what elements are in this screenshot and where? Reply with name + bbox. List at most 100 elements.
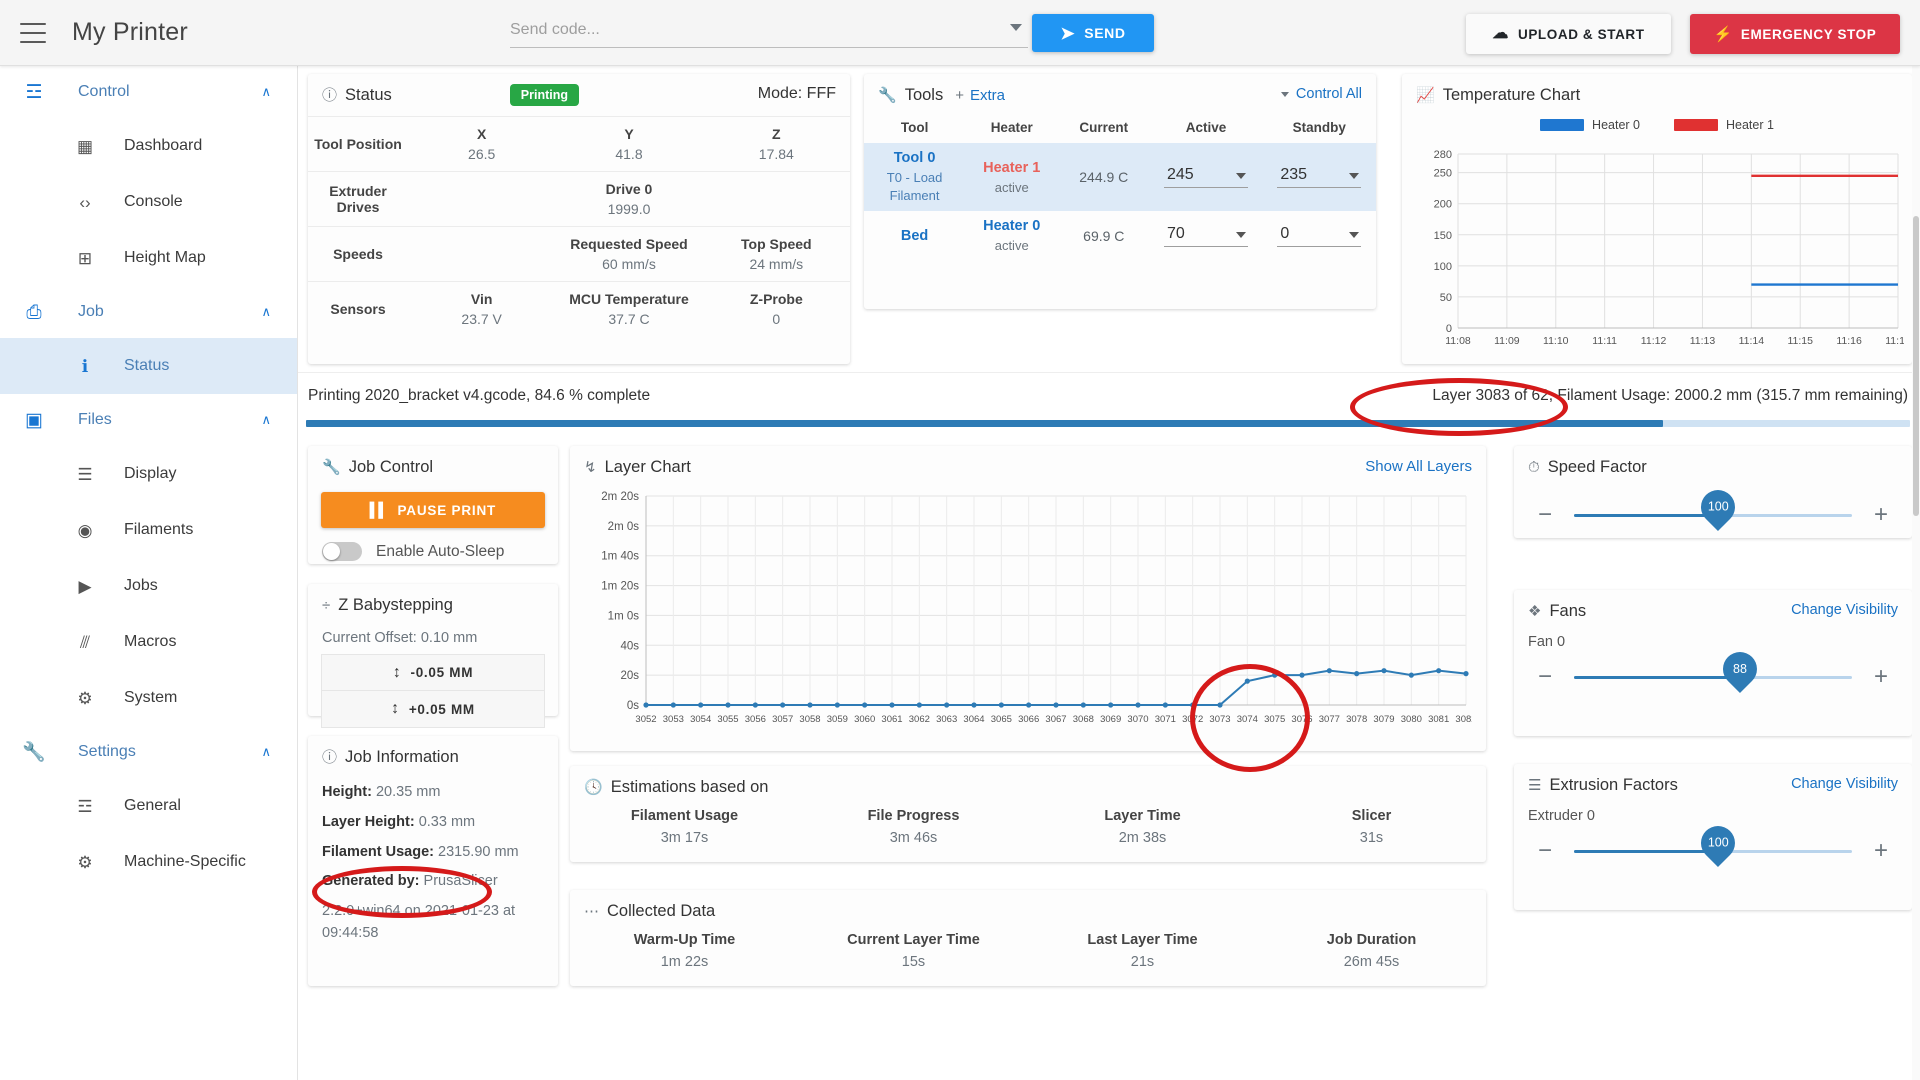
sidebar-item-console[interactable]: ‹› Console — [0, 174, 297, 230]
tools-table-row[interactable]: Bed Heater 0 active 69.9 C 70 0 — [864, 211, 1376, 260]
status-cell-key: X — [476, 126, 487, 142]
tools-table-row[interactable]: Tool 0 T0 - Load Filament Heater 1 active 24… — [864, 143, 1376, 212]
page-scrollbar[interactable] — [1912, 66, 1920, 1080]
speed-factor-card: ⏱ Speed Factor − 100 + — [1514, 446, 1912, 538]
svg-text:3068: 3068 — [1073, 714, 1094, 725]
upload-and-start-button[interactable]: ☁ UPLOAD & START — [1466, 14, 1671, 54]
legend-entry[interactable]: Heater 0 — [1540, 118, 1640, 132]
chevron-down-icon — [1280, 91, 1289, 97]
svg-text:11:17: 11:17 — [1885, 335, 1904, 347]
svg-text:3064: 3064 — [963, 714, 984, 725]
speed-factor-slider[interactable]: 100 — [1574, 482, 1852, 531]
chevron-up-icon[interactable]: ∧ — [261, 744, 271, 760]
show-all-layers-link[interactable]: Show All Layers — [1365, 458, 1472, 475]
chevron-up-icon[interactable]: ∧ — [261, 304, 271, 320]
extrusion-increase-button[interactable]: + — [1866, 839, 1896, 863]
estimations-header: 🕓 Estimations based on — [570, 766, 1486, 808]
heater-cell[interactable]: Heater 1 active — [965, 143, 1058, 211]
legend-entry[interactable]: Heater 1 — [1674, 118, 1774, 132]
babystep-up-button[interactable]: ↕ +0.05 MM — [321, 691, 545, 728]
sidebar-item-height-map[interactable]: ⊞ Height Map — [0, 230, 297, 286]
chevron-up-icon[interactable]: ∧ — [261, 412, 271, 428]
sidebar-group-settings[interactable]: 🔧 Settings ∧ — [0, 726, 297, 778]
fans-slider-row: − 88 + — [1514, 644, 1912, 704]
svg-text:11:15: 11:15 — [1787, 335, 1813, 347]
fan-slider[interactable]: 88 — [1574, 644, 1852, 693]
tool-cell[interactable]: Bed — [864, 211, 965, 260]
status-cell: Y 41.8 — [555, 117, 702, 171]
estimations-item: Slicer 31s — [1257, 808, 1486, 846]
sidebar-item-general[interactable]: ☲ General — [0, 778, 297, 834]
speed-factor-value: 100 — [1707, 499, 1729, 514]
svg-text:11:13: 11:13 — [1690, 335, 1716, 347]
svg-text:280: 280 — [1434, 149, 1452, 161]
sidebar-group-label: Files — [78, 411, 112, 428]
standby-temperature-input[interactable]: 0 — [1277, 225, 1362, 247]
send-code-field-wrapper — [510, 14, 1028, 48]
fan-decrease-button[interactable]: − — [1530, 665, 1560, 689]
temperature-chart-plot[interactable]: 0 50 100 150 200 250 280 11:08 11:09 11:10 11:11 11… — [1412, 146, 1911, 354]
collected-item-label: Current Layer Time — [847, 932, 980, 948]
send-code-input[interactable] — [510, 14, 1028, 48]
send-button[interactable]: ➤ SEND — [1032, 14, 1154, 52]
fans-change-visibility-link[interactable]: Change Visibility — [1791, 602, 1898, 618]
heater-cell[interactable]: Heater 0 active — [965, 211, 1058, 260]
sidebar-item-jobs[interactable]: ▶ Jobs — [0, 558, 297, 614]
chevron-down-icon[interactable] — [1349, 173, 1360, 180]
status-row-label: Tool Position — [314, 136, 402, 152]
extrusion-factors-title: Extrusion Factors — [1549, 775, 1678, 794]
sidebar-item-display[interactable]: ☰ Display — [0, 446, 297, 502]
chevron-down-icon[interactable] — [1010, 24, 1022, 31]
sidebar-item-status[interactable]: ℹ Status — [0, 338, 297, 394]
sidebar-item-dashboard[interactable]: ▦ Dashboard — [0, 118, 297, 174]
fan-increase-button[interactable]: + — [1866, 665, 1896, 689]
collected-data-items: Warm-Up Time 1m 22s Current Layer Time 15s L… — [570, 932, 1486, 970]
job-information-card: ⓘ Job Information Height: 20.35 mm Layer … — [308, 736, 558, 986]
speed-factor-value-bubble: 100 — [1693, 482, 1743, 531]
scrollbar-thumb[interactable] — [1913, 216, 1919, 516]
tool-cell[interactable]: Tool 0 T0 - Load Filament — [864, 143, 965, 211]
pause-print-button[interactable]: ▍▍ PAUSE PRINT — [321, 492, 545, 528]
chevron-down-icon[interactable] — [1235, 231, 1246, 238]
sidebar-group-files[interactable]: ▣ Files ∧ — [0, 394, 297, 446]
layer-chart-header: ↯ Layer Chart Show All Layers — [570, 446, 1486, 488]
auto-sleep-toggle[interactable] — [322, 542, 362, 561]
collected-item: Current Layer Time 15s — [799, 932, 1028, 970]
temperature-chart-title: Temperature Chart — [1442, 85, 1581, 104]
sidebar-item-filaments[interactable]: ◉ Filaments — [0, 502, 297, 558]
speed-factor-decrease-button[interactable]: − — [1530, 503, 1560, 527]
hamburger-icon[interactable] — [20, 22, 46, 43]
lightning-bolt-icon: ⚡ — [1713, 25, 1733, 43]
sidebar-group-control[interactable]: ☲ Control ∧ — [0, 66, 297, 118]
extrusion-change-visibility-link[interactable]: Change Visibility — [1791, 776, 1898, 792]
job-info-key: Layer Height: — [322, 813, 415, 830]
sidebar-item-system[interactable]: ⚙ System — [0, 670, 297, 726]
collected-item: Last Layer Time 21s — [1028, 932, 1257, 970]
heater-name: Heater 0 — [983, 218, 1041, 235]
sidebar-item-label: Height Map — [124, 249, 206, 266]
emergency-stop-button[interactable]: ⚡ EMERGENCY STOP — [1690, 14, 1900, 54]
svg-text:3072: 3072 — [1182, 714, 1203, 725]
chevron-up-icon[interactable]: ∧ — [261, 84, 271, 100]
sidebar: ☲ Control ∧ ▦ Dashboard ‹› Console ⊞ Height Map ⎙… — [0, 66, 298, 1080]
active-temperature-input[interactable]: 245 — [1163, 166, 1248, 189]
add-extra-tool[interactable]: + Extra — [955, 87, 1005, 104]
info-circle-icon: ⓘ — [322, 748, 338, 766]
sidebar-group-job[interactable]: ⎙ Job ∧ — [0, 286, 297, 338]
extrusion-decrease-button[interactable]: − — [1530, 839, 1560, 863]
speed-factor-increase-button[interactable]: + — [1866, 503, 1896, 527]
layer-chart-plot[interactable]: 0s 20s 40s 1m 0s 1m 20s 1m 40s 2m 0s 2m 20s 3052… — [584, 490, 1476, 735]
sidebar-item-macros[interactable]: ⫻ Macros — [0, 614, 297, 670]
chevron-down-icon[interactable] — [1349, 231, 1360, 238]
active-temperature-input[interactable]: 70 — [1163, 225, 1248, 247]
chevron-down-icon[interactable] — [1235, 173, 1246, 180]
sidebar-item-label: Display — [124, 465, 177, 482]
control-all-link[interactable]: Control All — [1280, 86, 1362, 102]
extrusion-slider[interactable]: 100 — [1574, 818, 1852, 867]
standby-temperature-input[interactable]: 235 — [1277, 166, 1362, 189]
cloud-upload-icon: ☁ — [1492, 25, 1509, 42]
status-cell-key: Vin — [470, 291, 493, 307]
sidebar-item-machine-specific[interactable]: ⚙ Machine-Specific — [0, 834, 297, 890]
babystep-down-button[interactable]: ↕ -0.05 MM — [321, 654, 545, 691]
standby-temperature-value: 235 — [1280, 166, 1308, 184]
